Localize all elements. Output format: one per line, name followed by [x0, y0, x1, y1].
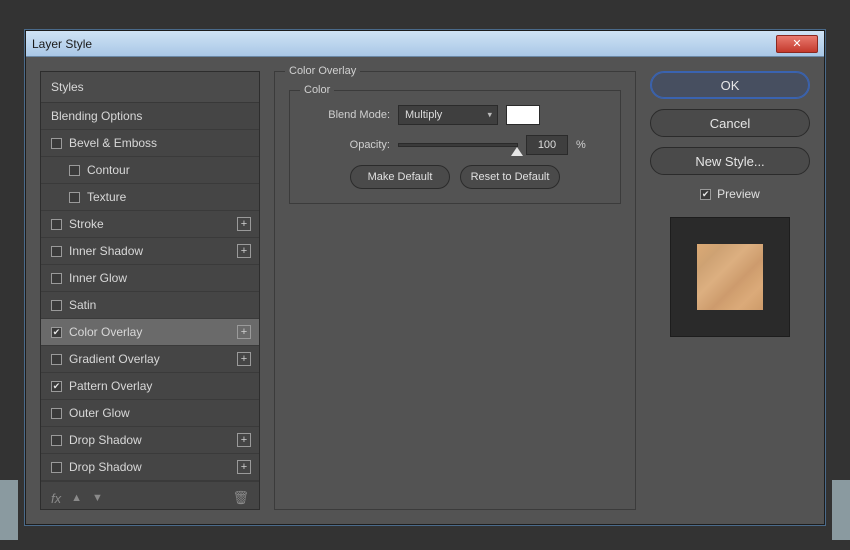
checkbox-icon[interactable]	[51, 246, 62, 257]
list-item-label: Inner Glow	[69, 271, 127, 285]
checkbox-icon[interactable]	[51, 219, 62, 230]
style-item-drop-shadow-2[interactable]: Drop Shadow +	[41, 454, 259, 481]
style-item-drop-shadow[interactable]: Drop Shadow +	[41, 427, 259, 454]
style-item-inner-glow[interactable]: Inner Glow	[41, 265, 259, 292]
chevron-down-icon: ▾	[487, 110, 492, 121]
action-column: OK Cancel New Style... Preview	[650, 71, 810, 510]
trash-icon[interactable]: 🗑	[232, 490, 249, 506]
add-effect-icon[interactable]: +	[237, 460, 251, 474]
style-item-color-overlay[interactable]: Color Overlay +	[41, 319, 259, 346]
checkbox-icon[interactable]	[51, 300, 62, 311]
add-effect-icon[interactable]: +	[237, 325, 251, 339]
style-item-inner-shadow[interactable]: Inner Shadow +	[41, 238, 259, 265]
list-item-label: Contour	[87, 163, 130, 177]
add-effect-icon[interactable]: +	[237, 352, 251, 366]
list-item-label: Bevel & Emboss	[69, 136, 157, 150]
list-item-label: Gradient Overlay	[69, 352, 160, 366]
add-effect-icon[interactable]: +	[237, 433, 251, 447]
checkbox-icon[interactable]	[69, 192, 80, 203]
move-up-icon[interactable]: ▲	[71, 492, 82, 504]
panel-title: Color Overlay	[285, 65, 360, 77]
list-item-label: Stroke	[69, 217, 104, 231]
add-effect-icon[interactable]: +	[237, 244, 251, 258]
blending-options-item[interactable]: Blending Options	[41, 103, 259, 130]
opacity-slider[interactable]	[398, 143, 518, 147]
slider-thumb-icon[interactable]	[511, 147, 523, 156]
style-item-stroke[interactable]: Stroke +	[41, 211, 259, 238]
color-group: Color Blend Mode: Multiply ▾ Opacity: 10…	[289, 90, 621, 204]
checkbox-icon[interactable]	[51, 462, 62, 473]
styles-header[interactable]: Styles	[41, 72, 259, 103]
list-item-label: Satin	[69, 298, 96, 312]
style-item-outer-glow[interactable]: Outer Glow	[41, 400, 259, 427]
checkbox-icon[interactable]	[51, 138, 62, 149]
style-item-satin[interactable]: Satin	[41, 292, 259, 319]
preview-label: Preview	[717, 187, 760, 201]
dialog-title: Layer Style	[32, 37, 776, 51]
close-button[interactable]: ✕	[776, 35, 818, 53]
ok-button[interactable]: OK	[650, 71, 810, 99]
close-icon: ✕	[792, 37, 801, 50]
checkbox-icon[interactable]	[51, 327, 62, 338]
settings-panel: Color Overlay Color Blend Mode: Multiply…	[274, 71, 636, 510]
move-down-icon[interactable]: ▼	[92, 492, 103, 504]
opacity-unit: %	[576, 139, 586, 151]
reset-default-button[interactable]: Reset to Default	[460, 165, 560, 189]
preview-thumbnail	[670, 217, 790, 337]
list-item-label: Drop Shadow	[69, 433, 142, 447]
preview-checkbox[interactable]	[700, 189, 711, 200]
checkbox-icon[interactable]	[51, 273, 62, 284]
blend-mode-select[interactable]: Multiply ▾	[398, 105, 498, 125]
opacity-input[interactable]: 100	[526, 135, 568, 155]
list-item-label: Outer Glow	[69, 406, 130, 420]
styles-list: Styles Blending Options Bevel & Emboss C…	[40, 71, 260, 510]
style-item-pattern-overlay[interactable]: Pattern Overlay	[41, 373, 259, 400]
new-style-button[interactable]: New Style...	[650, 147, 810, 175]
checkbox-icon[interactable]	[51, 408, 62, 419]
list-item-label: Pattern Overlay	[69, 379, 152, 393]
list-item-label: Drop Shadow	[69, 460, 142, 474]
group-title: Color	[300, 84, 334, 96]
preview-image	[697, 244, 763, 310]
blend-mode-label: Blend Mode:	[304, 109, 390, 121]
list-item-label: Blending Options	[51, 109, 142, 123]
styles-footer: fx ▲ ▼ 🗑	[41, 481, 259, 514]
list-item-label: Inner Shadow	[69, 244, 143, 258]
checkbox-icon[interactable]	[69, 165, 80, 176]
checkbox-icon[interactable]	[51, 435, 62, 446]
titlebar[interactable]: Layer Style ✕	[26, 31, 824, 57]
style-item-gradient-overlay[interactable]: Gradient Overlay +	[41, 346, 259, 373]
style-item-bevel-emboss[interactable]: Bevel & Emboss	[41, 130, 259, 157]
list-item-label: Texture	[87, 190, 126, 204]
style-item-contour[interactable]: Contour	[41, 157, 259, 184]
fx-menu-icon[interactable]: fx	[51, 491, 61, 506]
blend-mode-value: Multiply	[405, 109, 442, 121]
cancel-button[interactable]: Cancel	[650, 109, 810, 137]
add-effect-icon[interactable]: +	[237, 217, 251, 231]
make-default-button[interactable]: Make Default	[350, 165, 450, 189]
checkbox-icon[interactable]	[51, 354, 62, 365]
checkbox-icon[interactable]	[51, 381, 62, 392]
color-swatch[interactable]	[506, 105, 540, 125]
list-item-label: Color Overlay	[69, 325, 142, 339]
layer-style-dialog: Layer Style ✕ Styles Blending Options Be…	[25, 30, 825, 525]
opacity-label: Opacity:	[304, 139, 390, 151]
style-item-texture[interactable]: Texture	[41, 184, 259, 211]
